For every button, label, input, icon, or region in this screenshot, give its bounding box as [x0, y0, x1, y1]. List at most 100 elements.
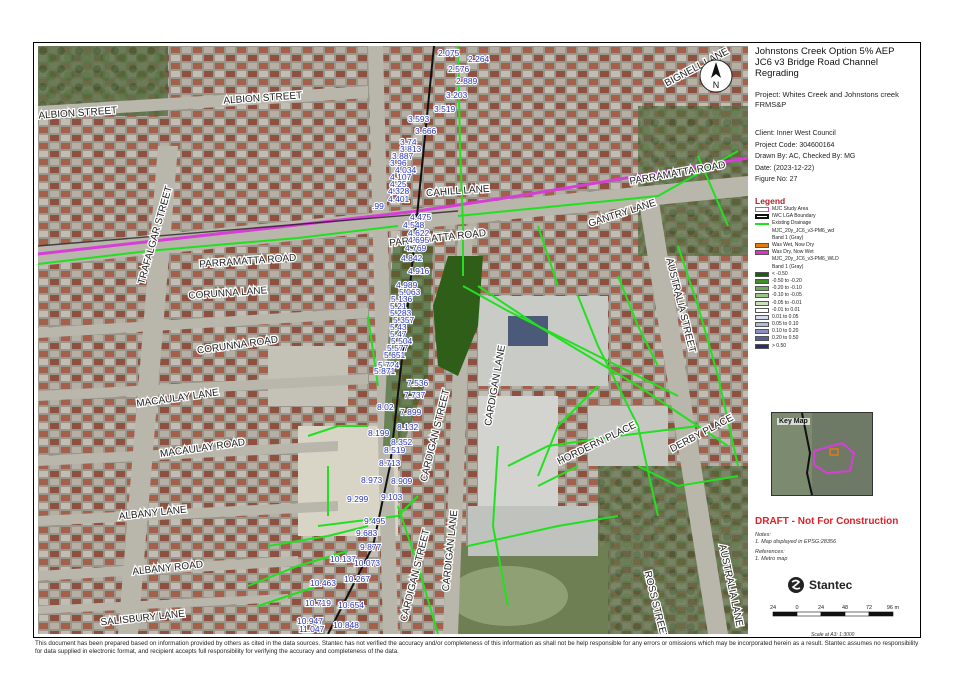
legend-swatch: [755, 336, 769, 342]
legend-item: -0.10 to -0.05: [755, 292, 915, 299]
legend-swatch: [755, 250, 769, 256]
flood-level-label: 7.737: [404, 390, 426, 400]
legend-label: IWC LGA Boundary: [772, 213, 816, 220]
scale-tick-label: 96 m: [887, 605, 900, 611]
aerial-map: ALBION STREETALBION STREETTRAFALGAR STRE…: [38, 46, 748, 634]
legend-item: > 0.50: [755, 343, 915, 350]
north-arrow: N: [699, 59, 733, 93]
legend-label: Band 1 (Gray): [772, 234, 804, 241]
flood-level-label: 2.075: [438, 48, 460, 58]
flood-level-label: 8.713: [379, 458, 401, 468]
legend-label: 0.01 to 0.05: [772, 313, 799, 320]
scale-segment: [772, 611, 798, 617]
scale-segment: [796, 611, 822, 617]
legend-swatch: [755, 214, 769, 220]
flood-level-label: 7.536: [407, 378, 429, 388]
legend-item: MJC Study Area: [755, 206, 915, 213]
title-line-1: Johnstons Creek Option 5% AEP: [755, 46, 895, 57]
scale-tick-label: 24: [770, 605, 776, 611]
flood-level-label: 10.848: [333, 620, 359, 630]
legend-label: -0.10 to -0.05: [772, 292, 802, 299]
title-line-3: Regrading: [755, 68, 799, 79]
north-label: N: [713, 80, 720, 90]
legend-item: IWC LGA Boundary: [755, 213, 915, 220]
legend-heading: Legend: [755, 196, 786, 206]
scale-segment: [844, 611, 870, 617]
legend-swatch: [755, 207, 769, 213]
legend-item: Band 1 (Gray): [755, 235, 915, 242]
flood-level-label: 9.877: [360, 542, 382, 552]
project-meta: Client: Inner West Council Project Code:…: [755, 128, 915, 186]
scale-tick-label: 0: [795, 605, 798, 611]
flood-level-label: 5.871: [374, 366, 396, 376]
flood-level-label: 4.842: [401, 253, 423, 263]
map-title: Johnstons Creek Option 5% AEP JC6 v3 Bri…: [755, 46, 915, 79]
flood-level-label: 2.889: [456, 76, 478, 86]
legend-label: -0.20 to -0.10: [772, 285, 802, 292]
flood-level-label: 10.654: [338, 600, 364, 610]
legend-label: MJC_20y_JC6_v3-PM6_WLD: [772, 256, 839, 263]
legend-item: 0.20 to 0.50: [755, 335, 915, 342]
scale-tick-label: 24: [818, 605, 824, 611]
flood-level-label: 3.593: [408, 114, 430, 124]
flood-level-label: 4.401: [388, 194, 410, 204]
legend-swatch: [755, 222, 769, 225]
legend-item: 0.10 to 0.20: [755, 328, 915, 335]
flood-level-label: 5.651: [384, 350, 406, 360]
flood-level-label: 4.916: [408, 266, 430, 276]
legend-swatch: [755, 278, 769, 284]
flood-level-label: 10.719: [305, 598, 331, 608]
flood-level-label: 2.576: [448, 64, 470, 74]
flood-level-label: 8.973: [361, 475, 383, 485]
legend-swatch: [755, 307, 769, 313]
flood-level-label: 8.909: [391, 476, 413, 486]
flood-level-label: 8.519: [384, 445, 406, 455]
legend-swatch: [755, 343, 769, 349]
legend-item: Was Wet, Now Dry: [755, 242, 915, 249]
flood-level-label: 8.132: [397, 422, 419, 432]
legend-swatch: [755, 271, 769, 277]
legend-item: 0.01 to 0.05: [755, 314, 915, 321]
legend-swatch: [755, 243, 769, 249]
notes: Notes: 1. Map displayed in EPSG:28356 Re…: [755, 532, 836, 563]
flood-level-label: 10.073: [354, 558, 380, 568]
notes-heading: Notes:: [755, 532, 771, 538]
flood-level-label: 11.047: [299, 624, 325, 634]
flood-level-label: 9.299: [347, 494, 369, 504]
legend-label: Was Dry, Now Wet: [772, 249, 814, 256]
flood-level-label: 8.02: [377, 402, 394, 412]
draft-notice: DRAFT - Not For Construction: [755, 516, 899, 527]
legend-label: -0.01 to 0.01: [772, 306, 801, 313]
legend-swatch: [755, 329, 769, 335]
legend-item: -0.05 to -0.01: [755, 299, 915, 306]
title-panel: Johnstons Creek Option 5% AEP JC6 v3 Bri…: [751, 46, 917, 638]
project-label: Project:: [755, 90, 781, 99]
flood-level-label: 7.899: [400, 407, 422, 417]
drawn-by: Drawn By: AC, Checked By: MG: [755, 153, 856, 160]
legend-label: -0.50 to -0.20: [772, 277, 802, 284]
legend-item: -0.50 to -0.20: [755, 278, 915, 285]
scale-tick-label: 48: [842, 605, 848, 611]
stantec-logo-text: Stantec: [809, 578, 853, 592]
map-view[interactable]: ALBION STREET ALBION STREET TRAFALGAR STRE…: [38, 46, 748, 634]
scale-bar: 24 0 24 48 72 96 m: [770, 605, 900, 617]
flood-level-label: 3.519: [434, 104, 456, 114]
legend-label: < -0.50: [772, 270, 788, 277]
legend: MJC Study Area IWC LGA Boundary Existing D…: [755, 206, 915, 350]
legend-item: 0.05 to 0.10: [755, 321, 915, 328]
legend-label: MJC_20y_JC6_v3-PM6_wd: [772, 227, 834, 234]
legend-swatch: [755, 322, 769, 328]
scale-segment: [868, 611, 894, 617]
flood-level-label: 4.769: [405, 243, 427, 253]
flood-level-label: 2.264: [468, 54, 490, 64]
flood-level-label: 9.103: [381, 492, 403, 502]
project-info: Project: Whites Creek and Johnstons cree…: [755, 90, 915, 110]
legend-label: MJC Study Area: [772, 206, 809, 213]
stantec-logo-icon: [788, 577, 804, 593]
legend-label: 0.05 to 0.10: [772, 321, 799, 328]
legend-swatch: [755, 300, 769, 306]
references-heading: References:: [755, 549, 785, 555]
flood-level-label: 9.683: [356, 528, 378, 538]
stantec-logo: Stantec: [787, 576, 852, 594]
project-code: Project Code: 304600164: [755, 141, 835, 149]
